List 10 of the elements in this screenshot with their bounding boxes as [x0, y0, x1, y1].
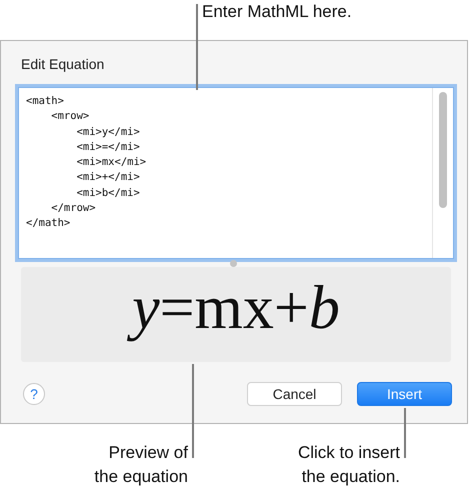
- equation-preview: y=mx+b: [21, 267, 451, 362]
- cancel-button[interactable]: Cancel: [247, 382, 342, 406]
- help-button[interactable]: ?: [23, 383, 45, 405]
- callout-text: Preview of the equation: [93, 442, 188, 488]
- callout-text: Enter MathML here.: [202, 1, 352, 23]
- callout-text: Click to insert the equation.: [296, 442, 400, 488]
- scrollbar-thumb[interactable]: [439, 92, 447, 208]
- dialog-title: Edit Equation: [21, 55, 104, 73]
- leader-line: [404, 408, 406, 458]
- resize-handle[interactable]: [230, 260, 237, 267]
